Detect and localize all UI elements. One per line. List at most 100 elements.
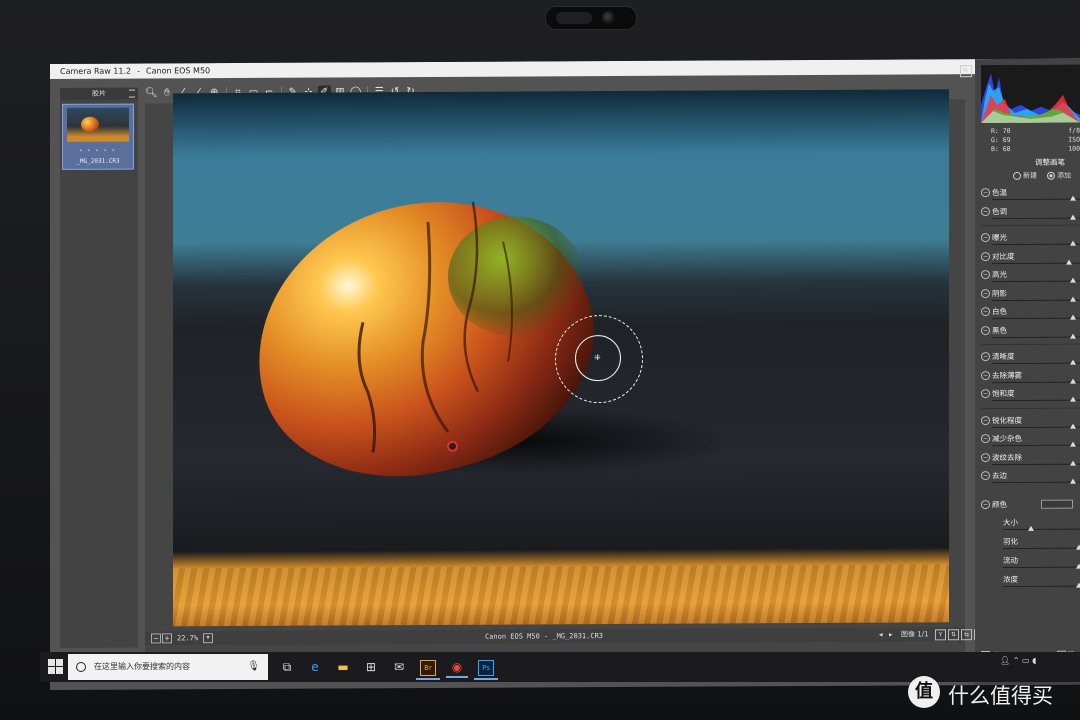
slider-thumb[interactable] (1028, 525, 1034, 531)
microphone-icon[interactable]: 🎙︎ (247, 654, 260, 680)
slider-track[interactable] (992, 217, 1080, 219)
zoom-out-button[interactable]: − (151, 633, 161, 644)
view-toggle-icon[interactable]: Y (935, 629, 946, 641)
slider-track[interactable] (992, 426, 1080, 428)
slider-thumb[interactable] (1070, 277, 1076, 283)
slider-track[interactable] (992, 243, 1080, 246)
slider-row[interactable]: − 色温 (981, 187, 1080, 206)
minus-icon[interactable]: − (981, 288, 990, 298)
store-icon[interactable]: ⊞ (360, 656, 382, 678)
color-row[interactable]: − 颜色 (981, 499, 1080, 518)
slider-row[interactable]: − 锐化程度 (981, 414, 1080, 433)
slider-track[interactable] (992, 198, 1080, 201)
slider-thumb[interactable] (1070, 423, 1076, 429)
slider-track[interactable] (992, 280, 1080, 283)
slider-track[interactable] (992, 381, 1080, 383)
slider-thumb[interactable] (1070, 240, 1076, 246)
slider-track[interactable] (992, 399, 1080, 402)
brush-setting-row[interactable]: 羽化 (981, 536, 1080, 555)
slider-thumb[interactable] (1070, 441, 1076, 447)
windows-start-icon[interactable] (48, 659, 64, 675)
slider-thumb[interactable] (1070, 333, 1076, 339)
edge-icon[interactable]: e (304, 656, 326, 678)
slider-row[interactable]: − 黑色 (981, 324, 1080, 343)
bridge-app-button[interactable]: Br (416, 656, 440, 680)
slider-row[interactable]: − 去边 (981, 470, 1080, 489)
slider-thumb[interactable] (1070, 314, 1076, 320)
slider-thumb[interactable] (1070, 195, 1076, 201)
minus-icon[interactable]: − (981, 188, 990, 198)
next-image-icon[interactable]: ▸ (889, 628, 893, 642)
minus-icon[interactable]: − (981, 471, 990, 481)
slider-track[interactable] (992, 336, 1080, 338)
minus-icon[interactable]: − (981, 307, 990, 317)
slider-thumb[interactable] (1070, 460, 1076, 466)
zoom-in-button[interactable]: + (162, 633, 172, 644)
minus-icon[interactable]: − (981, 352, 990, 362)
slider-track[interactable] (992, 481, 1080, 484)
minus-icon[interactable]: − (981, 206, 990, 216)
slider-track[interactable] (1003, 585, 1080, 588)
minus-icon[interactable]: − (981, 415, 990, 425)
filmstrip-thumbnail[interactable]: * * * * * _MG_2031.CR3 (62, 103, 134, 170)
slider-thumb[interactable] (1076, 544, 1080, 550)
chrome-icon[interactable]: ◉ (446, 656, 468, 678)
image-canvas[interactable]: ⁜ (145, 89, 965, 674)
slider-row[interactable]: − 波纹去除 (981, 451, 1080, 470)
brush-setting-row[interactable]: 流动 (981, 555, 1080, 574)
task-view-icon[interactable]: ⧉ (276, 656, 298, 678)
slider-thumb[interactable] (1070, 396, 1076, 402)
slider-track[interactable] (1003, 547, 1080, 550)
slider-track[interactable] (992, 299, 1080, 301)
mail-icon[interactable]: ✉ (388, 656, 410, 678)
slider-thumb[interactable] (1076, 563, 1080, 569)
slider-row[interactable]: − 阴影 (981, 287, 1080, 306)
open-in-photoshop-icon[interactable]: ⇱ (960, 65, 972, 78)
minus-icon[interactable]: − (981, 233, 990, 243)
taskbar-search-input[interactable]: 在这里输入你要搜索的内容 🎙︎ (68, 654, 268, 680)
filmstrip-menu-icon[interactable] (129, 89, 135, 98)
slider-track[interactable] (1003, 528, 1080, 531)
slider-row[interactable]: − 高光 (981, 269, 1080, 288)
slider-row[interactable]: − 清晰度 (981, 351, 1080, 370)
slider-thumb[interactable] (1065, 259, 1072, 265)
zoom-dropdown-icon[interactable]: ▾ (203, 633, 213, 644)
brush-setting-row[interactable]: 浓度 (981, 574, 1080, 593)
thumbnail-rating[interactable]: * * * * * (63, 149, 133, 155)
slider-track[interactable] (992, 444, 1080, 447)
photoshop-app-button[interactable]: Ps (474, 656, 498, 680)
tray-chevron-icon[interactable]: ⌃ (1013, 656, 1020, 665)
brush-setting-row[interactable]: 大小 (981, 517, 1080, 536)
before-after-icon[interactable]: ⇅ (948, 629, 959, 641)
hand-icon[interactable]: ✋︎ (161, 86, 174, 100)
slider-row[interactable]: − 色调 (981, 205, 1080, 224)
slider-row[interactable]: − 去除薄雾 (981, 369, 1080, 388)
minus-icon[interactable]: − (981, 270, 990, 280)
swap-settings-icon[interactable]: ⇆ (961, 629, 972, 641)
slider-track[interactable] (992, 317, 1080, 320)
color-swatch[interactable] (1041, 499, 1073, 509)
mode-new-radio[interactable]: 新建 (1013, 171, 1037, 181)
minus-icon[interactable]: − (981, 370, 990, 380)
people-icon[interactable]: 👤︎ (1000, 656, 1010, 665)
slider-thumb[interactable] (1070, 378, 1076, 384)
slider-track[interactable] (1003, 566, 1080, 569)
minus-icon[interactable]: − (981, 452, 990, 462)
slider-row[interactable]: − 饱和度 (981, 388, 1080, 407)
minus-icon[interactable]: − (981, 434, 990, 444)
slider-thumb[interactable] (1070, 296, 1076, 302)
slider-thumb[interactable] (1070, 478, 1076, 484)
adjustment-pin[interactable] (447, 440, 458, 452)
slider-row[interactable]: − 减少杂色 (981, 433, 1080, 452)
slider-thumb[interactable] (1070, 359, 1076, 365)
slider-thumb[interactable] (1076, 582, 1080, 588)
volume-icon[interactable]: ◖ (1032, 656, 1036, 665)
minus-icon[interactable]: − (981, 500, 990, 510)
slider-thumb[interactable] (1070, 214, 1076, 220)
slider-row[interactable]: − 对比度 (981, 250, 1080, 269)
prev-image-icon[interactable]: ◂ (879, 628, 883, 642)
slider-track[interactable] (992, 463, 1080, 465)
slider-row[interactable]: − 曝光 (981, 232, 1080, 251)
zoom-level[interactable]: 22.7% (177, 631, 198, 645)
minus-icon[interactable]: − (981, 389, 990, 399)
